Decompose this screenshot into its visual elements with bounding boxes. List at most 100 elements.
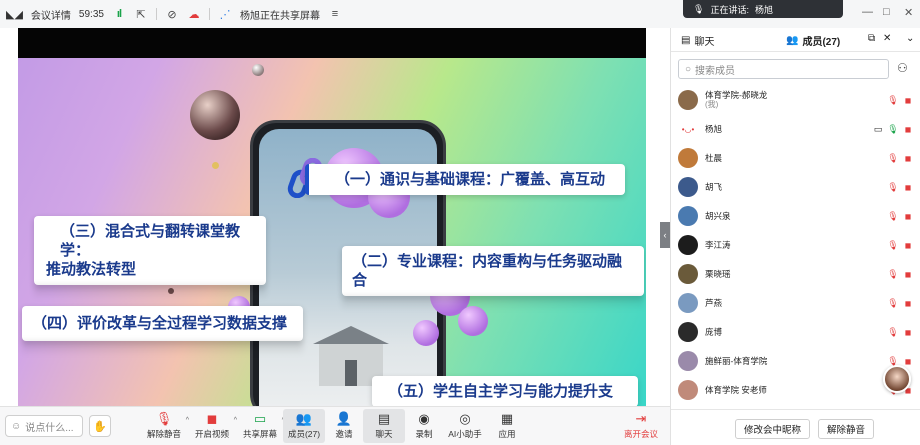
unmute-button[interactable]: 🎙 解除静音 ^ [143, 409, 189, 443]
camera-off-icon[interactable]: ◼ [902, 125, 914, 134]
meeting-toolbar: ☺ 说点什么... ✋ 🎙 解除静音 ^ ◼ 开启视频 ^ ▭ 共享屏幕 ^ 👥… [0, 406, 670, 445]
mic-muted-icon[interactable]: 🎙 [887, 240, 899, 251]
record-button[interactable]: ◉ 录制 [403, 409, 445, 443]
add-member-icon[interactable]: ⚇ [897, 61, 908, 75]
caret-up-icon[interactable]: ^ [186, 417, 189, 424]
tool-label: AI小助手 [448, 429, 482, 439]
screen-share-icon: ▭ [873, 123, 883, 134]
maximize-button[interactable]: □ [883, 6, 890, 18]
metal-sphere [252, 64, 264, 76]
avatar [678, 177, 698, 197]
member-row[interactable]: 杜晨 🎙 ◼ [678, 147, 914, 169]
meeting-duration: 59:35 [78, 8, 104, 20]
tool-label: 邀请 [335, 429, 353, 439]
tab-chat-label: 聊天 [694, 37, 715, 48]
tool-label: 应用 [498, 429, 516, 439]
meeting-details-button[interactable]: 会议详情 [31, 7, 71, 22]
chat-icon: ▤ [681, 35, 691, 46]
caret-up-icon[interactable]: ^ [234, 417, 237, 424]
pop-out-icon[interactable]: ⧉ [868, 33, 875, 44]
members-button[interactable]: 👥 成员(27) [283, 409, 325, 443]
divider [208, 8, 210, 20]
camera-off-icon[interactable]: ◼ [902, 299, 914, 308]
camera-off-icon[interactable]: ◼ [902, 270, 914, 279]
rename-button[interactable]: 修改会中昵称 [735, 419, 811, 439]
chat-button[interactable]: ▤ 聊天 [363, 409, 405, 443]
mic-muted-icon: 🎙 [155, 411, 173, 426]
shared-screen-area: （一）通识与基础课程：广覆盖、高互动 （二）专业课程：内容重构与任务驱动融合 （… [0, 28, 670, 424]
member-row[interactable]: 李江涛 🎙 ◼ [678, 234, 914, 256]
mic-muted-icon[interactable]: 🎙 [887, 95, 899, 106]
member-row[interactable]: 胡兴泉 🎙 ◼ [678, 205, 914, 227]
mic-muted-icon[interactable]: 🎙 [887, 182, 899, 193]
pop-out-icon[interactable]: ⇱ [134, 7, 148, 21]
member-row[interactable]: •◡• 杨旭 ▭ 🎙 ◼ [678, 118, 914, 140]
member-row[interactable]: 体育学院-郝晓龙 (我) 🎙 ◼ [678, 89, 914, 111]
speaking-name: 杨旭 [754, 4, 773, 15]
mic-on-icon[interactable]: 🎙 [887, 124, 899, 135]
speaking-indicator: 🎙 正在讲话: 杨旭 [683, 0, 843, 18]
chevron-left-icon: ‹ [663, 230, 667, 240]
member-row[interactable]: 芦燕 🎙 ◼ [678, 292, 914, 314]
member-search-input[interactable]: ○ 搜索成员 [678, 59, 889, 79]
mic-muted-icon[interactable]: 🎙 [887, 327, 899, 338]
member-row[interactable]: 施鲜丽-体育学院 🎙 ◼ [678, 350, 914, 372]
callout-self-learning: （五）学生自主学习与能力提升支 [372, 376, 638, 406]
member-name: 胡兴泉 [705, 211, 731, 221]
camera-off-icon[interactable]: ◼ [902, 96, 914, 105]
purple-bubble [413, 320, 439, 346]
speaking-label: 正在讲话: [710, 4, 749, 15]
camera-off-icon[interactable]: ◼ [902, 183, 914, 192]
camera-off-icon[interactable]: ◼ [902, 212, 914, 221]
tool-label: 离开会议 [623, 429, 658, 439]
apps-button[interactable]: ▦ 应用 [486, 409, 528, 443]
collapse-panel-button[interactable]: ‹ [660, 222, 670, 248]
callout-blended-teaching: （三）混合式与翻转课堂教学： 推动教法转型 [34, 216, 266, 285]
ai-assistant-button[interactable]: ◎ AI小助手 [444, 409, 486, 443]
close-icon[interactable]: ✕ [883, 33, 891, 44]
member-name: 体育学院-郝晓龙 [705, 90, 768, 100]
record-icon: ◉ [418, 411, 430, 426]
avatar [678, 380, 698, 400]
speaker-mic-icon: 🎙 [693, 3, 705, 14]
invite-icon: 👤 [335, 411, 353, 426]
minimize-button[interactable]: — [862, 6, 873, 18]
tool-label: 共享屏幕 [242, 429, 277, 439]
member-name: 杜晨 [705, 153, 723, 163]
tab-chat[interactable]: ▤ 聊天 [681, 33, 714, 48]
start-video-button[interactable]: ◼ 开启视频 ^ [191, 409, 237, 443]
camera-off-icon[interactable]: ◼ [902, 328, 914, 337]
camera-off-icon[interactable]: ◼ [902, 154, 914, 163]
share-screen-button[interactable]: ▭ 共享屏幕 ^ [239, 409, 285, 443]
chat-icon: ▤ [377, 411, 391, 426]
raise-hand-button[interactable]: ✋ [89, 415, 111, 437]
callout-general-courses: （一）通识与基础课程：广覆盖、高互动 [305, 164, 625, 195]
mic-muted-icon[interactable]: 🎙 [887, 211, 899, 222]
leave-meeting-button[interactable]: ⇥ 离开会议 [620, 409, 662, 443]
camera-off-icon[interactable]: ◼ [902, 357, 914, 366]
tab-members-label: 成员(27) [802, 37, 841, 48]
close-button[interactable]: ✕ [904, 6, 913, 19]
camera-off-icon[interactable]: ◼ [902, 241, 914, 250]
search-placeholder: 搜索成员 [695, 65, 736, 77]
mic-muted-icon[interactable]: 🎙 [887, 269, 899, 280]
member-row[interactable]: 栗晓瑶 🎙 ◼ [678, 263, 914, 285]
tool-label: 聊天 [375, 429, 393, 439]
unmute-all-button[interactable]: 解除静音 [818, 419, 875, 439]
menu-icon[interactable]: ≡ [328, 7, 342, 21]
mic-muted-icon[interactable]: 🎙 [887, 153, 899, 164]
tool-label: 录制 [415, 429, 433, 439]
member-row[interactable]: 庞博 🎙 ◼ [678, 321, 914, 343]
metal-sphere [190, 90, 240, 140]
cloud-record-icon[interactable]: ☁ [187, 7, 201, 21]
mic-muted-icon[interactable]: 🎙 [887, 298, 899, 309]
screen-share-stop-icon[interactable]: ⊘ [165, 7, 179, 21]
member-row[interactable]: 胡飞 🎙 ◼ [678, 176, 914, 198]
invite-button[interactable]: 👤 邀请 [323, 409, 365, 443]
chevron-down-icon[interactable]: ⌄ [906, 33, 914, 44]
tab-members[interactable]: 👥 成员(27) [786, 33, 840, 48]
member-name-block: 体育学院-郝晓龙 (我) [705, 90, 884, 110]
floating-avatar[interactable] [883, 365, 911, 393]
member-row[interactable]: 体育学院 安老师 🎙 ◼ [678, 379, 914, 401]
say-something-input[interactable]: ☺ 说点什么... [5, 415, 83, 437]
